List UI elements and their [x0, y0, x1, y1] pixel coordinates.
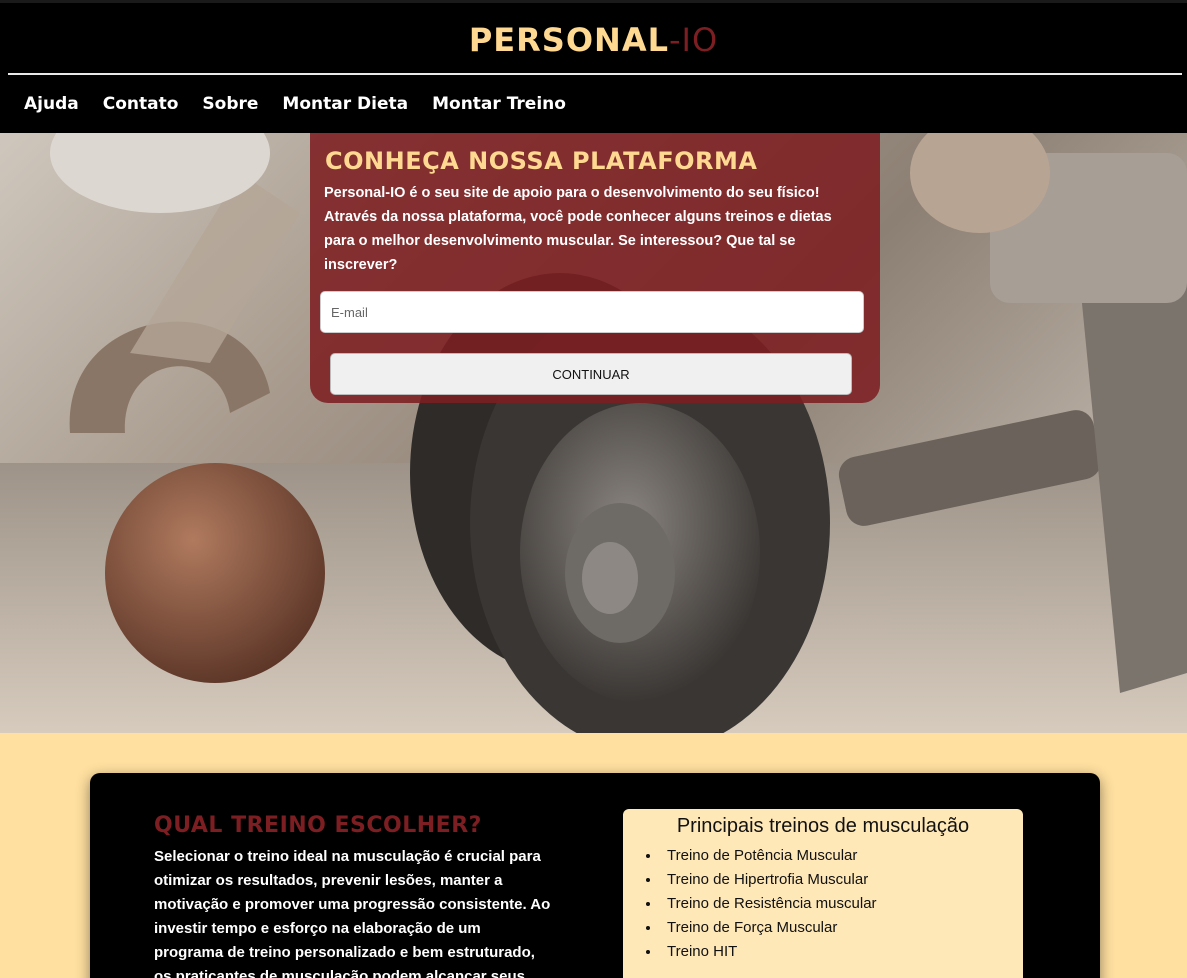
training-list: Treino de Potência Muscular Treino de Hi…	[623, 844, 1023, 964]
section-text: Selecionar o treino ideal na musculação …	[154, 848, 551, 978]
training-list-box: Principais treinos de musculação Treino …	[623, 809, 1023, 978]
hero-title: CONHEÇA NOSSA PLATAFORMA	[325, 147, 758, 175]
continue-button[interactable]: CONTINUAR	[330, 353, 852, 395]
list-item: Treino de Hipertrofia Muscular	[661, 868, 1023, 892]
brand-logo[interactable]: PERSONAL-IO	[0, 21, 1187, 59]
header-divider	[8, 73, 1182, 75]
list-item: Treino de Potência Muscular	[661, 844, 1023, 868]
nav-link-montar-dieta[interactable]: Montar Dieta	[282, 94, 408, 114]
main-nav: Ajuda Contato Sobre Montar Dieta Montar …	[24, 94, 566, 114]
nav-link-montar-treino[interactable]: Montar Treino	[432, 94, 566, 114]
brand-suffix: -IO	[668, 21, 719, 59]
site-header: PERSONAL-IO Ajuda Contato Sobre Montar D…	[0, 0, 1187, 133]
nav-link-ajuda[interactable]: Ajuda	[24, 94, 79, 114]
training-section: QUAL TREINO ESCOLHER? Selecionar o trein…	[90, 773, 1100, 978]
nav-link-contato[interactable]: Contato	[103, 94, 179, 114]
list-item: Treino de Força Muscular	[661, 916, 1023, 940]
hero-description: Personal-IO é o seu site de apoio para o…	[324, 185, 832, 273]
list-item: Treino de Resistência muscular	[661, 892, 1023, 916]
section-title: QUAL TREINO ESCOLHER?	[154, 813, 482, 838]
hero-banner: CONHEÇA NOSSA PLATAFORMA Personal-IO é o…	[0, 133, 1187, 733]
training-list-title: Principais treinos de musculação	[676, 815, 970, 837]
signup-card: CONHEÇA NOSSA PLATAFORMA Personal-IO é o…	[310, 133, 880, 403]
brand-name: PERSONAL	[468, 21, 669, 59]
nav-link-sobre[interactable]: Sobre	[202, 94, 258, 114]
email-input[interactable]	[320, 291, 864, 333]
list-item: Treino HIT	[661, 940, 1023, 964]
